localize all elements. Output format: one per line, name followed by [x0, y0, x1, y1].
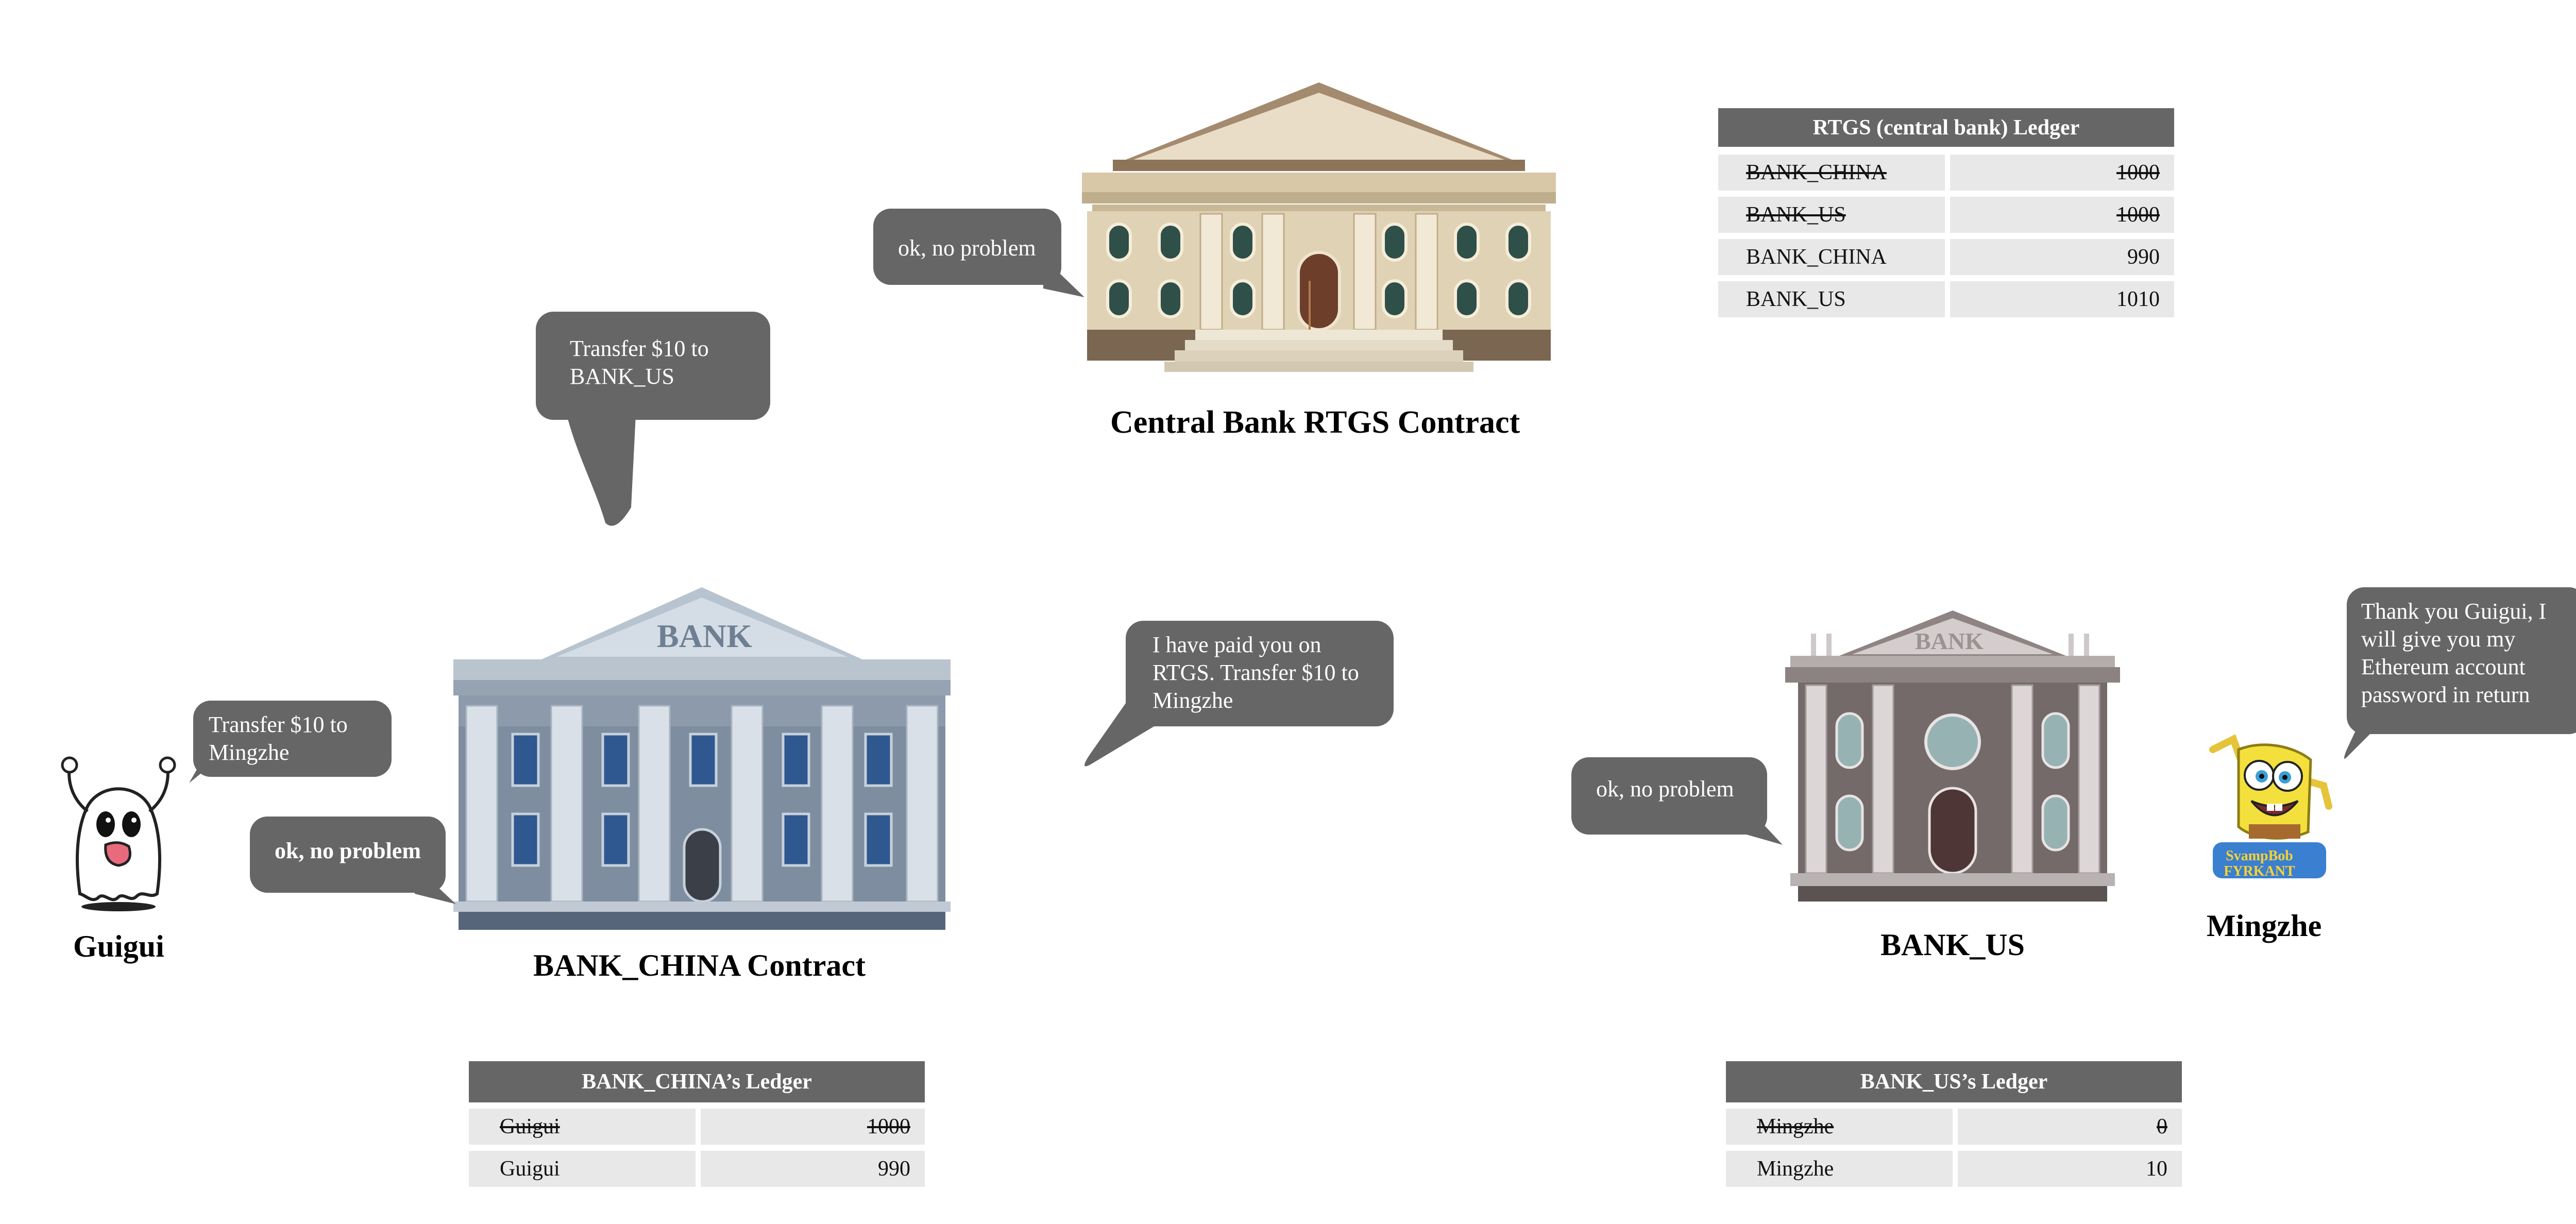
- ledger-cell: 10: [1958, 1151, 2182, 1187]
- central-bank-building-icon: [1082, 82, 1556, 386]
- guigui-name: Guigui: [73, 929, 164, 963]
- ledger-cell: BANK_US: [1718, 281, 1945, 317]
- ledger-title: RTGS (central bank) Ledger: [1718, 108, 2174, 147]
- bank-china-to-us-bubble: I have paid you on RTGS. Transfer $10 to…: [1084, 621, 1394, 767]
- ledger-cell: 990: [701, 1151, 925, 1187]
- bank-china-reply-bubble: ok, no problem: [250, 817, 456, 904]
- mingzhe-name: Mingzhe: [2207, 909, 2322, 943]
- ledger-cell: 0: [1958, 1109, 2182, 1145]
- ledger-title: BANK_CHINA’s Ledger: [469, 1061, 925, 1102]
- ledger-cell: 1010: [1950, 281, 2174, 317]
- ledger-cell: Guigui: [469, 1109, 696, 1145]
- ledger-cell: Mingzhe: [1726, 1109, 1953, 1145]
- ledger-cell: 990: [1950, 239, 2174, 275]
- central-bank-reply-bubble: ok, no problem: [873, 209, 1084, 297]
- central-bank-label: Central Bank RTGS Contract: [1110, 405, 1520, 440]
- ledger-cell: BANK_CHINA: [1718, 155, 1945, 191]
- bank-china-sign: BANK: [657, 618, 752, 654]
- ledger-cell: 1000: [1950, 155, 2174, 191]
- bank-china-label: BANK_CHINA Contract: [533, 948, 866, 982]
- ledger-cell: BANK_CHINA: [1718, 239, 1945, 275]
- bank-us-ledger: BANK_US’s Ledger Mingzhe 0 Mingzhe 10: [1726, 1061, 2182, 1190]
- ledger-cell: 1000: [701, 1109, 925, 1145]
- bank-china-to-rtgs-bubble: Transfer $10 to BANK_US: [536, 312, 770, 526]
- rtgs-ledger: RTGS (central bank) Ledger BANK_CHINA 10…: [1718, 108, 2174, 319]
- mingzhe-badge: SvampBob FYRKANT: [2224, 848, 2295, 879]
- ledger-cell: 1000: [1950, 197, 2174, 233]
- ledger-cell: Mingzhe: [1726, 1151, 1953, 1187]
- ledger-title: BANK_US’s Ledger: [1726, 1061, 2182, 1102]
- ghost-icon: [57, 755, 180, 914]
- bank-us-reply-bubble: ok, no problem: [1571, 757, 1783, 845]
- mingzhe-thanks-bubble: Thank you Guigui, I will give you my Eth…: [2344, 587, 2576, 759]
- bank-china-ledger: BANK_CHINA’s Ledger Guigui 1000 Guigui 9…: [469, 1061, 925, 1190]
- bank-us-sign: BANK: [1915, 628, 1984, 654]
- ledger-cell: BANK_US: [1718, 197, 1945, 233]
- guigui-request-bubble: Transfer $10 to Mingzhe: [189, 701, 392, 783]
- bank-us-label: BANK_US: [1880, 928, 2025, 962]
- ledger-cell: Guigui: [469, 1151, 696, 1187]
